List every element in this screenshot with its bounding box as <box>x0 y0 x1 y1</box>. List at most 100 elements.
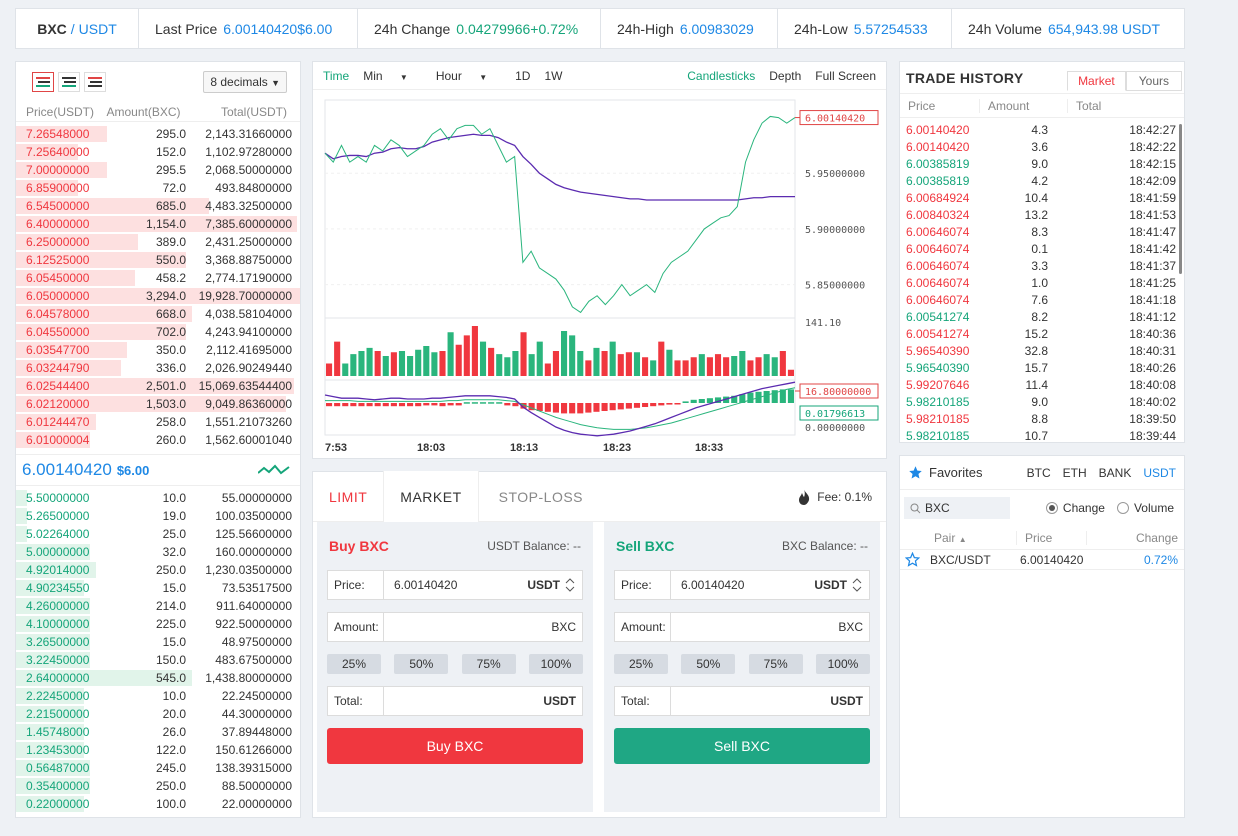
view-asks-button[interactable] <box>84 72 106 92</box>
history-scrollbar[interactable] <box>1179 124 1182 274</box>
fee-info: Fee: 0.1% <box>797 488 872 505</box>
macd-histogram-bar <box>366 403 373 407</box>
bid-row[interactable]: 5.50000000 10.0 55.00000000 <box>16 489 300 507</box>
ask-row[interactable]: 6.04578000 668.0 4,038.58104000 <box>16 305 300 323</box>
interval-min[interactable]: Min ▼ <box>363 69 422 83</box>
market-btc[interactable]: BTC <box>1027 466 1051 480</box>
bid-row[interactable]: 0.22000000 100.0 22.00000000 <box>16 795 300 813</box>
view-bids-button[interactable] <box>58 72 80 92</box>
buy-total-field[interactable]: Total: USDT <box>327 686 583 716</box>
bid-row[interactable]: 5.02264000 25.0 125.56600000 <box>16 525 300 543</box>
price-tick-label: 5.85000000 <box>805 281 865 292</box>
ask-row[interactable]: 6.03547700 350.0 2,112.41695000 <box>16 341 300 359</box>
sell-button[interactable]: Sell BXC <box>614 728 870 764</box>
interval-1d[interactable]: 1D <box>515 69 530 83</box>
ask-row[interactable]: 6.25000000 389.0 2,431.25000000 <box>16 233 300 251</box>
tab-market-history[interactable]: Market <box>1067 71 1126 91</box>
buy-pct-100[interactable]: 100% <box>528 654 583 674</box>
price-chart[interactable]: 5.95000000 5.90000000 5.85000000 6.00140420… <box>313 90 886 458</box>
interval-1w[interactable]: 1W <box>544 69 562 83</box>
bid-row[interactable]: 4.10000000 225.0 922.50000000 <box>16 615 300 633</box>
bid-row[interactable]: 5.00000000 32.0 160.00000000 <box>16 543 300 561</box>
sell-amount-field[interactable]: Amount: BXC <box>614 612 870 642</box>
ask-row[interactable]: 6.54500000 685.0 4,483.32500000 <box>16 197 300 215</box>
pair-selector[interactable]: BXC / USDT <box>16 9 139 48</box>
sell-price-value[interactable]: 6.00140420 <box>671 578 814 592</box>
star-outline-icon[interactable] <box>905 552 920 567</box>
bid-row[interactable]: 2.22450000 10.0 22.24500000 <box>16 687 300 705</box>
bid-row[interactable]: 1.23453000 122.0 150.61266000 <box>16 741 300 759</box>
sell-pct-25[interactable]: 25% <box>614 654 668 674</box>
fav-col-pair[interactable]: Pair ▲ <box>900 530 1017 545</box>
interval-time[interactable]: Time <box>323 69 349 83</box>
tab-limit[interactable]: LIMIT <box>313 472 383 522</box>
bid-row[interactable]: 3.22450000 150.0 483.67500000 <box>16 651 300 669</box>
buy-price-value[interactable]: 6.00140420 <box>384 578 527 592</box>
ask-row[interactable]: 7.25640000 152.0 1,102.97280000 <box>16 143 300 161</box>
trade-price: 6.00541274 <box>906 309 970 324</box>
ask-row[interactable]: 6.03244790 336.0 2,026.90249440 <box>16 359 300 377</box>
buy-price-field[interactable]: Price: 6.00140420 USDT <box>327 570 583 600</box>
bid-row[interactable]: 4.92014000 250.0 1,230.03500000 <box>16 561 300 579</box>
ask-row[interactable]: 6.02120000 1,503.0 9,049.86360000 <box>16 395 300 413</box>
bid-row[interactable]: 4.90234550 15.0 73.53517500 <box>16 579 300 597</box>
ask-row[interactable]: 6.04550000 702.0 4,243.94100000 <box>16 323 300 341</box>
ask-row[interactable]: 6.02544400 2,501.0 15,069.63544400 <box>16 377 300 395</box>
bid-row[interactable]: 3.26500000 15.0 48.97500000 <box>16 633 300 651</box>
market-bank[interactable]: BANK <box>1099 466 1132 480</box>
ask-row[interactable]: 6.01000004 260.0 1,562.60001040 <box>16 431 300 449</box>
stepper-icon[interactable] <box>564 578 576 592</box>
order-book: 8 decimals ▼ Price(USDT) Amount(BXC) Tot… <box>15 61 301 818</box>
trade-time: 18:41:47 <box>1129 224 1176 239</box>
market-usdt[interactable]: USDT <box>1143 466 1176 480</box>
sell-pct-50[interactable]: 50% <box>681 654 736 674</box>
bid-row[interactable]: 0.56487000 245.0 138.39315000 <box>16 759 300 777</box>
buy-pct-25[interactable]: 25% <box>327 654 381 674</box>
bid-row[interactable]: 0.35400000 250.0 88.50000000 <box>16 777 300 795</box>
ask-amount: 702.0 <box>155 325 186 339</box>
buy-pct-75[interactable]: 75% <box>461 654 516 674</box>
depth-button[interactable]: Depth <box>769 69 801 83</box>
ask-row[interactable]: 6.05450000 458.2 2,774.17190000 <box>16 269 300 287</box>
trade-amount: 32.8 <box>1024 343 1048 358</box>
ask-row[interactable]: 7.00000000 295.5 2,068.50000000 <box>16 161 300 179</box>
sell-pct-100[interactable]: 100% <box>815 654 870 674</box>
trade-price: 6.00385819 <box>906 156 970 171</box>
fullscreen-button[interactable]: Full Screen <box>815 69 876 83</box>
sell-price-field[interactable]: Price: 6.00140420 USDT <box>614 570 870 600</box>
sell-total-field[interactable]: Total: USDT <box>614 686 870 716</box>
volume-bar <box>520 332 527 376</box>
radio-volume[interactable]: Volume <box>1116 501 1174 515</box>
sell-pct-75[interactable]: 75% <box>748 654 803 674</box>
candlesticks-button[interactable]: Candlesticks <box>687 69 755 83</box>
ask-row[interactable]: 7.26548000 295.0 2,143.31660000 <box>16 125 300 143</box>
buy-pct-50[interactable]: 50% <box>394 654 449 674</box>
ask-row[interactable]: 6.85900000 72.0 493.84800000 <box>16 179 300 197</box>
search-value: BXC <box>925 501 950 515</box>
interval-hour[interactable]: Hour ▼ <box>436 69 501 83</box>
tab-market[interactable]: MARKET <box>383 471 479 522</box>
stepper-icon[interactable] <box>851 578 863 592</box>
bid-row[interactable]: 2.64000000 545.0 1,438.80000000 <box>16 669 300 687</box>
ask-row[interactable]: 6.05000000 3,294.0 19,928.70000000 <box>16 287 300 305</box>
buy-button[interactable]: Buy BXC <box>327 728 583 764</box>
fav-col-change[interactable]: Change <box>1087 531 1184 545</box>
bid-row[interactable]: 1.45748000 26.0 37.89448000 <box>16 723 300 741</box>
bid-row[interactable]: 5.26500000 19.0 100.03500000 <box>16 507 300 525</box>
buy-amount-field[interactable]: Amount: BXC <box>327 612 583 642</box>
decimals-select[interactable]: 8 decimals ▼ <box>203 71 287 93</box>
fav-col-price[interactable]: Price <box>1017 530 1087 545</box>
bid-row[interactable]: 2.21500000 20.0 44.30000000 <box>16 705 300 723</box>
tab-stop-loss[interactable]: STOP-LOSS <box>483 472 599 522</box>
favorites-search-input[interactable]: BXC <box>904 497 1010 519</box>
bid-row[interactable]: 4.26000000 214.0 911.64000000 <box>16 597 300 615</box>
tab-yours-history[interactable]: Yours <box>1125 71 1182 91</box>
ask-row[interactable]: 6.01244470 258.0 1,551.21073260 <box>16 413 300 431</box>
view-both-button[interactable] <box>32 72 54 92</box>
market-eth[interactable]: ETH <box>1063 466 1087 480</box>
radio-change[interactable]: Change <box>1045 501 1105 515</box>
favorite-row[interactable]: BXC/USDT 6.00140420 0.72% <box>900 550 1184 570</box>
ask-row[interactable]: 6.40000000 1,154.0 7,385.60000000 <box>16 215 300 233</box>
ask-row[interactable]: 6.12525000 550.0 3,368.88750000 <box>16 251 300 269</box>
macd-histogram-bar <box>706 398 713 403</box>
